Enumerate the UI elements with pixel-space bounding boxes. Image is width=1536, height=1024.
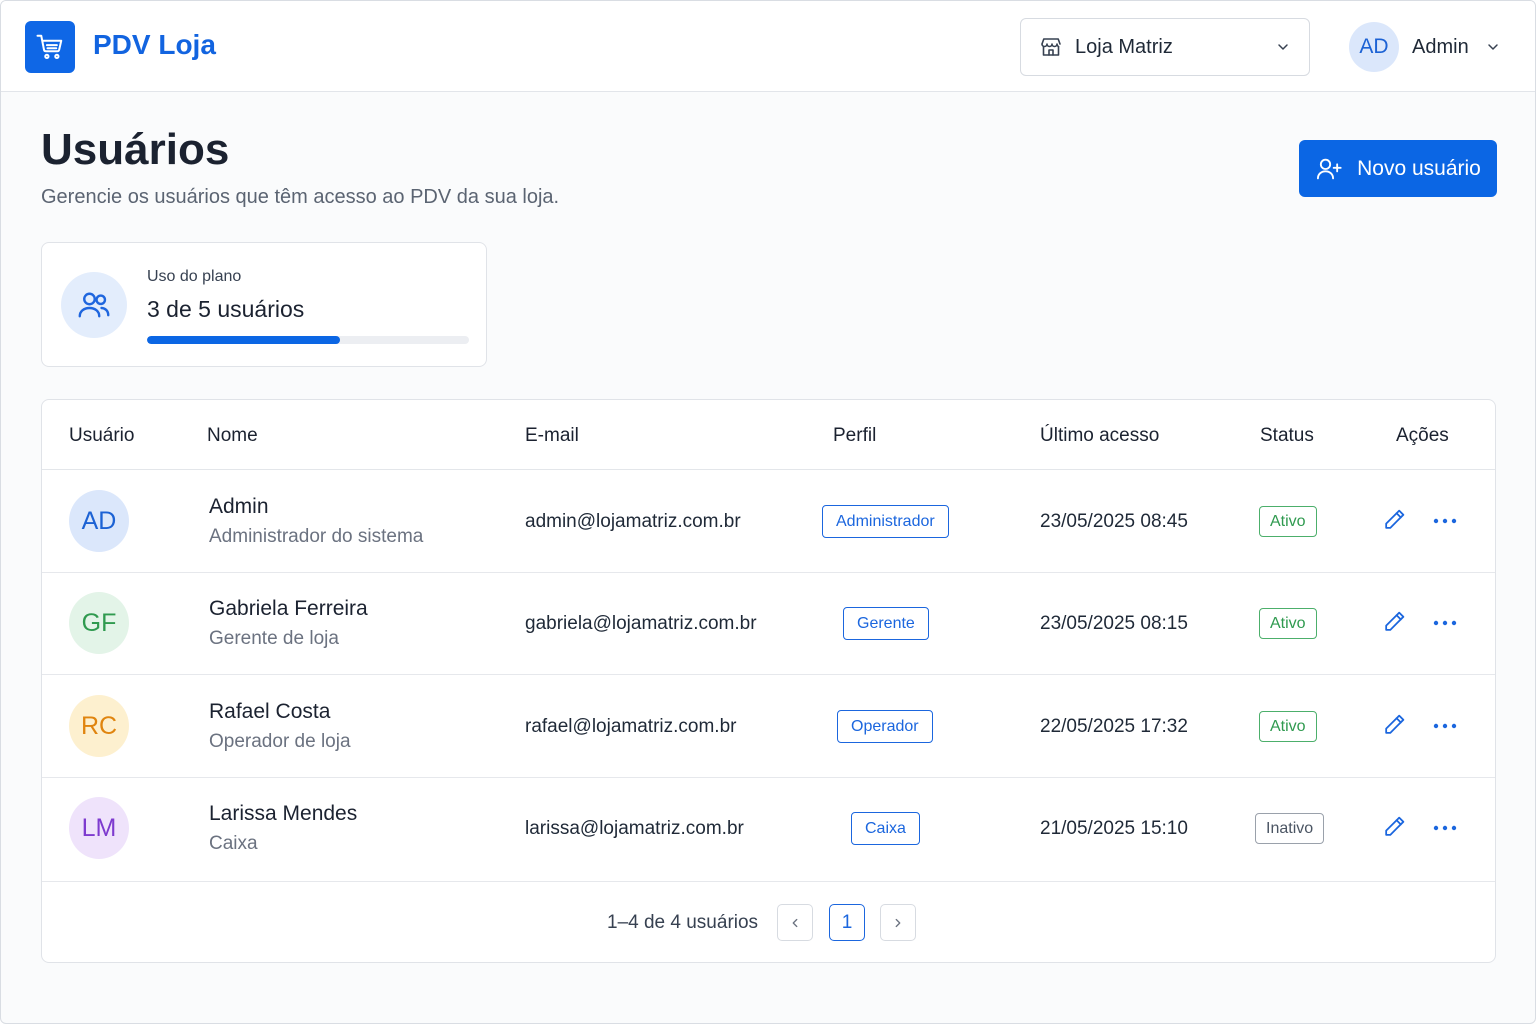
- page-title: Usuários: [41, 125, 230, 174]
- user-email: gabriela@lojamatriz.com.br: [525, 613, 757, 634]
- brand-name: PDV Loja: [93, 29, 216, 60]
- column-header-last-access: Último acesso: [1040, 425, 1160, 446]
- user-email: admin@lojamatriz.com.br: [525, 511, 741, 532]
- page-button-current[interactable]: 1: [829, 904, 865, 941]
- chevron-right-icon: [895, 918, 901, 927]
- users-icon: [78, 292, 110, 318]
- prev-page-button[interactable]: [777, 904, 813, 941]
- plan-value: 3 de 5 usuários: [147, 296, 305, 322]
- more-horizontal-icon[interactable]: [1432, 817, 1458, 839]
- user-email: rafael@lojamatriz.com.br: [525, 716, 737, 737]
- table-header: Usuário Nome E-mail Perfil Último acesso…: [42, 400, 1495, 470]
- status-badge: Ativo: [1259, 506, 1317, 537]
- plan-icon-circle: [61, 272, 127, 338]
- last-access: 23/05/2025 08:15: [1040, 613, 1188, 634]
- user-name: Admin: [1412, 35, 1469, 58]
- pencil-icon[interactable]: [1382, 609, 1407, 634]
- app-window: PDV Loja Loja Matriz AD Admin Usuários G…: [0, 0, 1536, 1024]
- page-subtitle: Gerencie os usuários que têm acesso ao P…: [41, 186, 560, 208]
- new-user-button[interactable]: Novo usuário: [1299, 140, 1497, 197]
- avatar: AD: [69, 490, 129, 552]
- user-role: Operador de loja: [209, 731, 351, 752]
- logo[interactable]: [25, 21, 75, 73]
- plan-usage-card: Uso do plano 3 de 5 usuários: [41, 242, 487, 367]
- user-plus-icon: [1317, 158, 1342, 179]
- user-menu[interactable]: AD Admin: [1349, 21, 1501, 73]
- profile-badge: Gerente: [843, 607, 929, 640]
- status-badge: Ativo: [1259, 711, 1317, 742]
- user-avatar: AD: [1349, 22, 1399, 72]
- new-user-button-label: Novo usuário: [1357, 156, 1481, 180]
- last-access: 23/05/2025 08:45: [1040, 511, 1188, 532]
- store-select[interactable]: Loja Matriz: [1020, 18, 1310, 76]
- column-header-profile: Perfil: [833, 425, 877, 446]
- last-access: 21/05/2025 15:10: [1040, 818, 1188, 839]
- pencil-icon[interactable]: [1382, 507, 1407, 532]
- plan-progress-fill: [147, 336, 341, 344]
- plan-progress-bar: [147, 336, 469, 344]
- more-horizontal-icon[interactable]: [1432, 510, 1458, 532]
- table-row[interactable]: AD Admin Administrador do sistema admin@…: [42, 470, 1495, 573]
- chevron-left-icon: [792, 918, 798, 927]
- profile-badge: Caixa: [851, 812, 920, 845]
- top-bar: PDV Loja Loja Matriz AD Admin: [1, 1, 1535, 92]
- shopping-cart-icon: [36, 34, 63, 60]
- last-access: 22/05/2025 17:32: [1040, 716, 1188, 737]
- table-row[interactable]: LM Larissa Mendes Caixa larissa@lojamatr…: [42, 777, 1495, 882]
- user-email: larissa@lojamatriz.com.br: [525, 818, 744, 839]
- next-page-button[interactable]: [880, 904, 916, 941]
- column-header-status: Status: [1260, 425, 1314, 446]
- avatar: RC: [69, 695, 129, 757]
- more-horizontal-icon[interactable]: [1432, 612, 1458, 634]
- chevron-down-icon: [1487, 44, 1498, 50]
- user-name: Gabriela Ferreira: [209, 597, 368, 620]
- users-table: Usuário Nome E-mail Perfil Último acesso…: [41, 399, 1496, 963]
- profile-badge: Administrador: [822, 505, 949, 538]
- pencil-icon[interactable]: [1382, 814, 1407, 839]
- profile-badge: Operador: [837, 710, 933, 743]
- user-name: Rafael Costa: [209, 700, 331, 723]
- pencil-icon[interactable]: [1382, 712, 1407, 737]
- avatar: GF: [69, 592, 129, 654]
- store-select-value: Loja Matriz: [1075, 35, 1173, 58]
- pagination-info: 1–4 de 4 usuários: [607, 912, 759, 933]
- user-role: Gerente de loja: [209, 628, 339, 649]
- column-header-actions: Ações: [1396, 425, 1449, 446]
- chevron-down-icon: [1278, 44, 1288, 50]
- user-name: Larissa Mendes: [209, 802, 358, 825]
- column-header-user: Usuário: [69, 425, 135, 446]
- avatar: LM: [69, 797, 129, 859]
- user-name: Admin: [209, 495, 269, 518]
- more-horizontal-icon[interactable]: [1432, 715, 1458, 737]
- pagination: 1–4 de 4 usuários 1: [42, 882, 1495, 962]
- status-badge: Ativo: [1259, 608, 1317, 639]
- plan-label: Uso do plano: [147, 268, 242, 285]
- table-row[interactable]: GF Gabriela Ferreira Gerente de loja gab…: [42, 572, 1495, 675]
- user-role: Caixa: [209, 833, 258, 854]
- status-badge: Inativo: [1255, 813, 1325, 844]
- user-role: Administrador do sistema: [209, 526, 424, 547]
- column-header-name: Nome: [207, 425, 258, 446]
- column-header-email: E-mail: [525, 425, 579, 446]
- store-icon: [1041, 38, 1061, 56]
- table-row[interactable]: RC Rafael Costa Operador de loja rafael@…: [42, 675, 1495, 778]
